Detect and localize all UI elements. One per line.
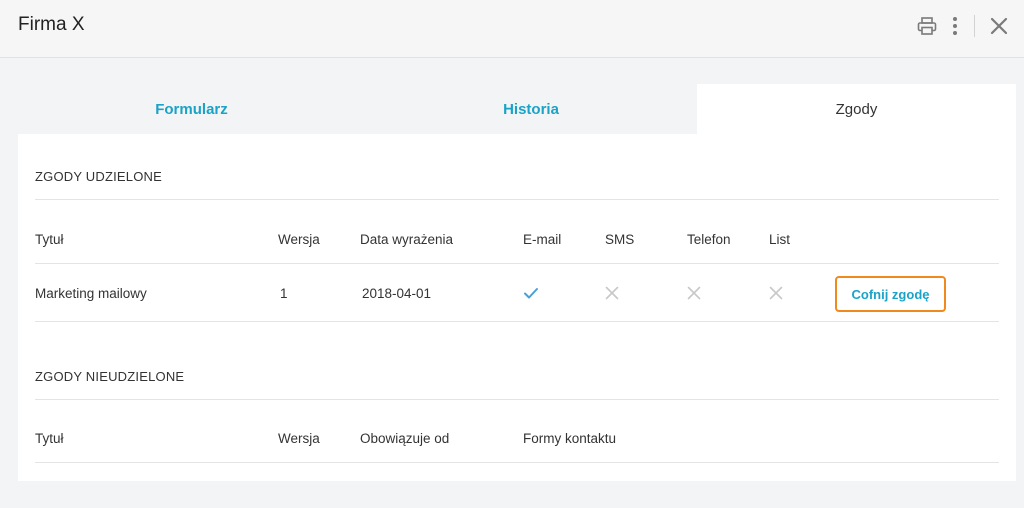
column-header-phone: Telefon: [687, 232, 731, 247]
tab-historia[interactable]: Historia: [365, 84, 697, 134]
print-button[interactable]: [914, 13, 940, 39]
toolbar-divider: [974, 15, 975, 37]
column-header-valid-from: Obowiązuje od: [360, 431, 450, 446]
column-header-contact-forms: Formy kontaktu: [523, 431, 617, 446]
header-toolbar: [914, 13, 1010, 39]
more-options-button[interactable]: [948, 13, 962, 39]
close-button[interactable]: [988, 13, 1010, 39]
window-title: Firma X: [18, 14, 85, 35]
consent-version: 1: [280, 286, 288, 301]
divider: [35, 321, 999, 322]
divider: [35, 462, 999, 463]
column-header-letter: List: [769, 232, 791, 247]
column-header-date: Data wyrażenia: [360, 232, 454, 247]
divider: [35, 399, 999, 400]
sms-denied-x-icon: [605, 286, 619, 300]
tab-zgody[interactable]: Zgody: [697, 84, 1016, 134]
close-icon: [990, 17, 1008, 35]
tab-bar: Formularz Historia Zgody: [18, 84, 1016, 134]
granted-section-title: ZGODY UDZIELONE: [35, 169, 163, 184]
divider: [35, 263, 999, 264]
print-icon: [917, 17, 937, 35]
tab-formularz[interactable]: Formularz: [18, 84, 365, 134]
not-granted-section-title: ZGODY NIEUDZIELONE: [35, 369, 185, 384]
more-vertical-icon: [953, 17, 957, 35]
column-header-sms: SMS: [605, 232, 635, 247]
consent-date: 2018-04-01: [362, 286, 432, 301]
consent-title: Marketing mailowy: [35, 286, 147, 301]
column-header-title: Tytuł: [35, 431, 64, 446]
letter-denied-x-icon: [769, 286, 783, 300]
window-header: Firma X: [0, 0, 1024, 58]
column-header-version: Wersja: [278, 232, 320, 247]
revoke-consent-button[interactable]: Cofnij zgodę: [835, 276, 946, 312]
phone-denied-x-icon: [687, 286, 701, 300]
consents-panel: ZGODY UDZIELONE Tytuł Wersja Data wyraże…: [18, 134, 1016, 481]
email-granted-check-icon: [524, 288, 538, 299]
column-header-title: Tytuł: [35, 232, 64, 247]
column-header-version: Wersja: [278, 431, 320, 446]
column-header-email: E-mail: [523, 232, 562, 247]
divider: [35, 199, 999, 200]
